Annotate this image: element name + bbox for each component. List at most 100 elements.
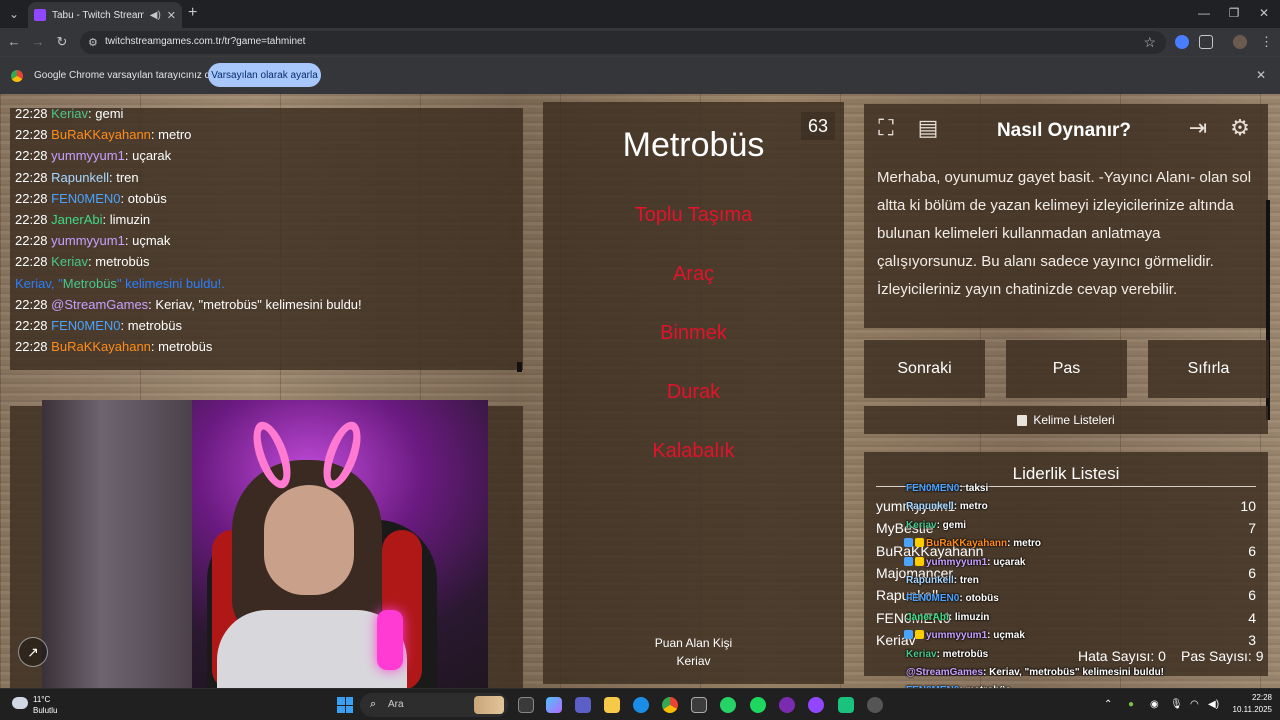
overlay-text: : otobüs — [959, 593, 999, 605]
chat-username[interactable]: Keriav — [51, 106, 88, 121]
cam-control-icon[interactable]: ↗ — [18, 637, 48, 667]
leaderboard-score: 7 — [1248, 520, 1256, 537]
store-icon[interactable] — [691, 697, 707, 713]
exit-icon[interactable]: ⇥ — [1182, 112, 1214, 144]
tray-chevron-icon[interactable]: ⌃ — [1104, 699, 1112, 710]
url-text: twitchstreamgames.com.tr/tr?game=tahmine… — [105, 36, 306, 47]
toolbar: ← → ↻ ⚙ twitchstreamgames.com.tr/tr?game… — [0, 28, 1280, 56]
site-info-icon[interactable]: ⚙ — [88, 36, 98, 49]
chat-message: 22:28 yummyyum1: uçarak — [15, 148, 171, 163]
chat-message: 22:28 yummyyum1: uçmak — [15, 233, 170, 248]
tray-app-icon[interactable]: ◉ — [1150, 699, 1159, 710]
chat-username[interactable]: @StreamGames — [51, 297, 148, 312]
chat-scrollbar[interactable] — [517, 362, 522, 372]
chat-username[interactable]: FEN0MEN0 — [51, 318, 120, 333]
restore-icon[interactable]: ❐ — [1226, 6, 1242, 20]
leaderboard-score: 10 — [1240, 498, 1256, 514]
menu-kebab-icon[interactable]: ⋮ — [1260, 34, 1273, 50]
chat-username[interactable]: Keriav — [51, 254, 88, 269]
forward-icon[interactable]: → — [30, 34, 46, 49]
chat-username[interactable]: Rapunkell — [51, 170, 109, 185]
chat-time: 22:28 — [15, 148, 48, 164]
close-tab-icon[interactable]: ✕ — [167, 9, 176, 22]
cloud-icon[interactable] — [12, 697, 28, 709]
chrome-icon[interactable] — [662, 697, 678, 713]
tab-search-icon[interactable]: ⌄ — [4, 4, 24, 24]
taboo-word: Kalabalık — [652, 440, 735, 462]
overlay-username: Keriav — [906, 648, 937, 660]
taboo-word: Durak — [666, 381, 721, 403]
overlay-text: : uçarak — [987, 556, 1026, 568]
new-tab-icon[interactable]: + — [188, 5, 197, 21]
wifi-icon[interactable]: ◠ — [1190, 699, 1199, 710]
profile-avatar[interactable] — [1233, 35, 1247, 49]
set-default-button[interactable]: Varsayılan olarak ayarla — [208, 63, 321, 87]
error-count: Hata Sayısı: 0 — [1078, 648, 1166, 664]
taboo-word: Toplu Taşıma — [634, 204, 753, 226]
extension-icon[interactable] — [1175, 35, 1189, 49]
chat-message: 22:28 FEN0MEN0: metrobüs — [15, 318, 182, 333]
clock-time[interactable]: 22:28 — [1236, 693, 1272, 702]
extensions-puzzle-icon[interactable] — [1199, 35, 1213, 49]
system-word: Metrobüs — [62, 275, 117, 291]
chat-time: 22:28 — [15, 127, 48, 143]
overlay-username: Rapunkell — [906, 575, 954, 586]
close-window-icon[interactable]: ✕ — [1256, 6, 1272, 20]
chat-username[interactable]: FEN0MEN0 — [51, 191, 120, 206]
chat-badge-icon — [904, 556, 913, 566]
spotify-icon[interactable] — [750, 697, 766, 713]
microphone-icon[interactable]: 🎙 — [1170, 699, 1183, 710]
chat-username[interactable]: BuRaKKayahann — [51, 127, 151, 142]
gear-icon[interactable]: ⚙ — [1224, 112, 1256, 144]
overlay-text: : gemi — [936, 519, 967, 531]
overlay-username: @StreamGames — [906, 667, 984, 678]
chat-username[interactable]: yummyyum1 — [51, 148, 125, 163]
tray-app-icon[interactable]: ● — [1128, 699, 1134, 710]
teams-icon[interactable] — [575, 697, 591, 713]
clock-date[interactable]: 10.11.2025 — [1226, 705, 1272, 714]
tab-title: Tabu - Twitch Stream Game — [52, 9, 144, 21]
infobar-close-icon[interactable]: ✕ — [1256, 68, 1266, 82]
file-explorer-icon[interactable] — [604, 697, 620, 713]
reset-button[interactable]: Sıfırla — [1148, 340, 1269, 398]
next-button[interactable]: Sonraki — [864, 340, 985, 398]
leaderboard-score: 3 — [1248, 631, 1256, 648]
overlay-text: : Keriav, "metrobüs" kelimesini buldu! — [983, 667, 1165, 678]
address-bar[interactable]: ⚙ twitchstreamgames.com.tr/tr?game=tahmi… — [80, 31, 1166, 54]
overlay-chat-message: Keriav: metrobüs — [906, 649, 988, 660]
overlay-chat-message: Rapunkell: metro — [906, 501, 988, 512]
chat-username[interactable]: JanerAbi — [51, 212, 102, 227]
chat-username[interactable]: BuRaKKayahann — [51, 339, 151, 354]
reload-icon[interactable]: ↻ — [54, 34, 70, 50]
microphone — [377, 610, 403, 670]
windows-start-icon[interactable] — [337, 697, 353, 713]
overlay-username: yummyyum1 — [926, 556, 988, 568]
chat-text: : metrobüs — [150, 339, 213, 355]
pass-button[interactable]: Pas — [1006, 340, 1127, 398]
whatsapp-icon[interactable] — [720, 697, 736, 713]
taskbar-search[interactable]: ⌕ Ara — [360, 693, 508, 717]
word-lists-button[interactable]: Kelime Listeleri — [864, 406, 1268, 434]
overlay-username: Rapunkell — [906, 501, 954, 513]
speaker-icon[interactable]: ◀) — [150, 10, 161, 21]
bookmark-star-icon[interactable]: ☆ — [1143, 34, 1156, 51]
back-icon[interactable]: ← — [6, 34, 22, 49]
leaderboard-title: Liderlik Listesi — [1012, 464, 1120, 483]
chat-username[interactable]: yummyyum1 — [51, 233, 125, 248]
overlay-text: : metrobüs — [936, 648, 989, 660]
volume-icon[interactable]: ◀) — [1208, 699, 1219, 710]
app-icon[interactable] — [779, 697, 795, 713]
copilot-icon[interactable] — [546, 697, 562, 713]
tab-active[interactable]: Tabu - Twitch Stream Game ◀) ✕ — [28, 2, 182, 28]
pass-count: Pas Sayısı: 9 — [1181, 648, 1264, 664]
settings-icon[interactable] — [867, 697, 883, 713]
task-view-icon[interactable] — [518, 697, 534, 713]
app-icon[interactable] — [808, 697, 824, 713]
app-icon[interactable] — [838, 697, 854, 713]
leaderboard-score: 6 — [1248, 542, 1256, 559]
minimize-icon[interactable]: — — [1196, 6, 1212, 20]
chat-time: 22:28 — [15, 296, 48, 312]
chat-time: 22:28 — [15, 254, 48, 270]
edge-icon[interactable] — [633, 697, 649, 713]
chat-badge-icon — [915, 556, 924, 566]
